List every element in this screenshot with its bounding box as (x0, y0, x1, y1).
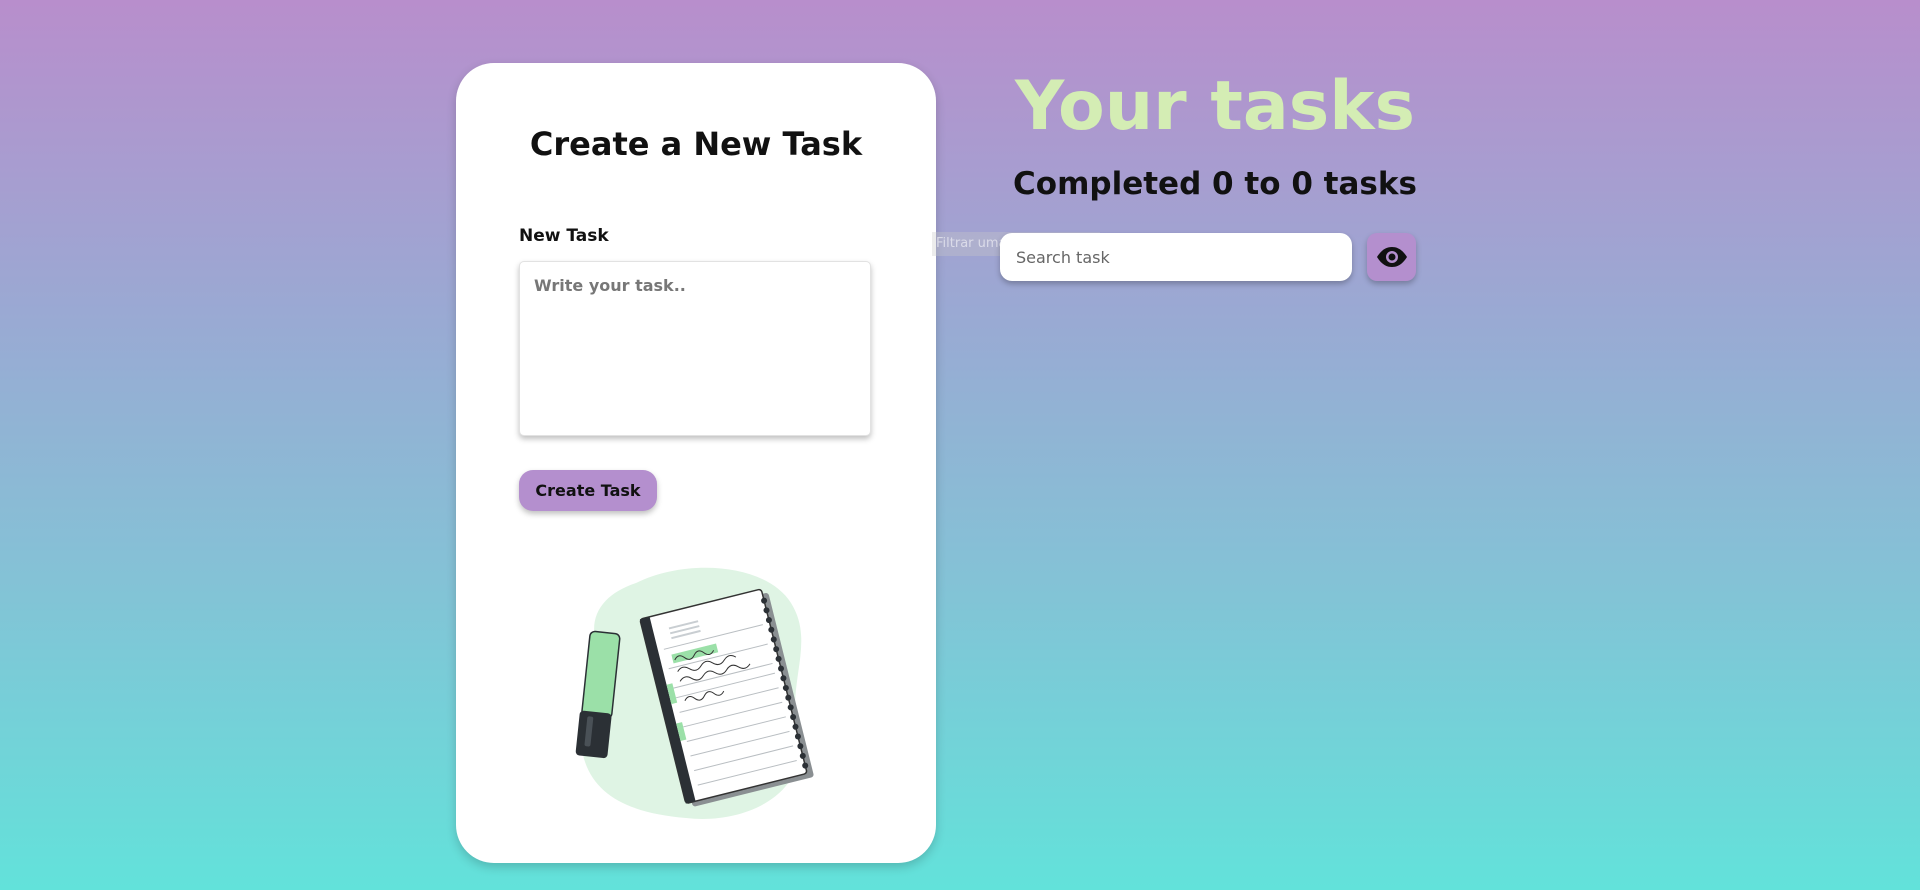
create-task-button[interactable]: Create Task (519, 470, 657, 511)
toggle-visibility-button[interactable] (1367, 233, 1416, 281)
your-tasks-title: Your tasks (1015, 67, 1415, 146)
completed-count-text: Completed 0 to 0 tasks (1013, 166, 1417, 202)
create-task-title: Create a New Task (529, 125, 863, 163)
new-task-label: New Task (519, 226, 609, 246)
search-input[interactable] (1000, 233, 1352, 281)
notebook-highlighter-illustration (575, 567, 814, 819)
create-task-card: Create a New Task New Task Create Task (456, 63, 936, 863)
eye-icon (1376, 247, 1407, 267)
task-textarea[interactable] (519, 261, 871, 436)
